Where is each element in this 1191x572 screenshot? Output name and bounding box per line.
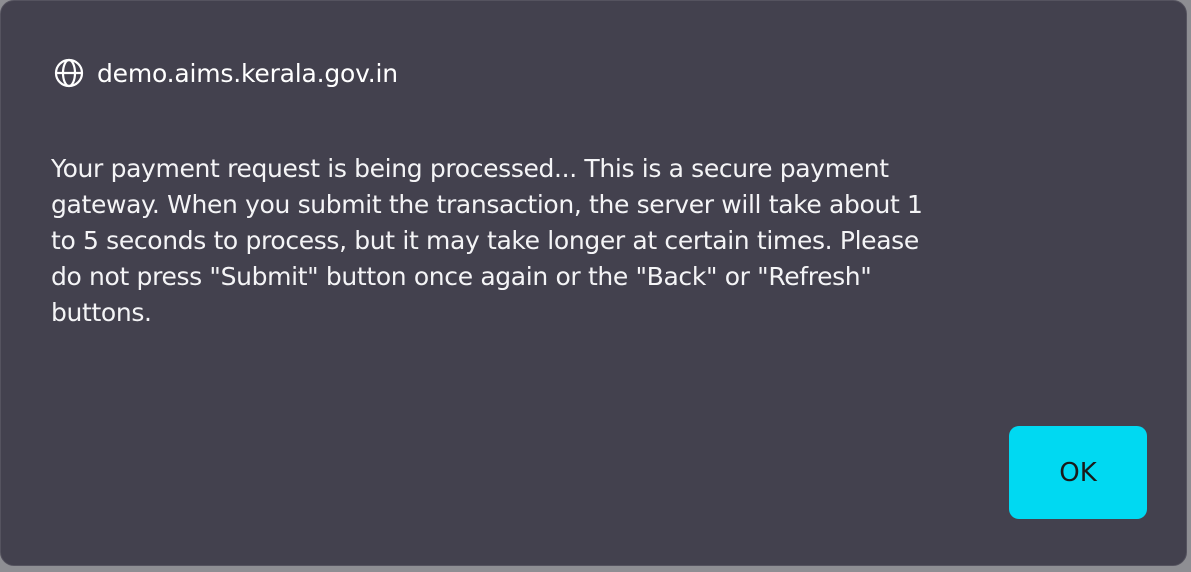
dialog-origin: demo.aims.kerala.gov.in [51, 53, 398, 93]
globe-icon [51, 55, 87, 91]
alert-dialog: demo.aims.kerala.gov.in Your payment req… [0, 0, 1187, 566]
ok-button[interactable]: OK [1009, 426, 1147, 519]
dialog-message: Your payment request is being processed.… [51, 154, 923, 327]
origin-host: demo.aims.kerala.gov.in [97, 58, 398, 88]
